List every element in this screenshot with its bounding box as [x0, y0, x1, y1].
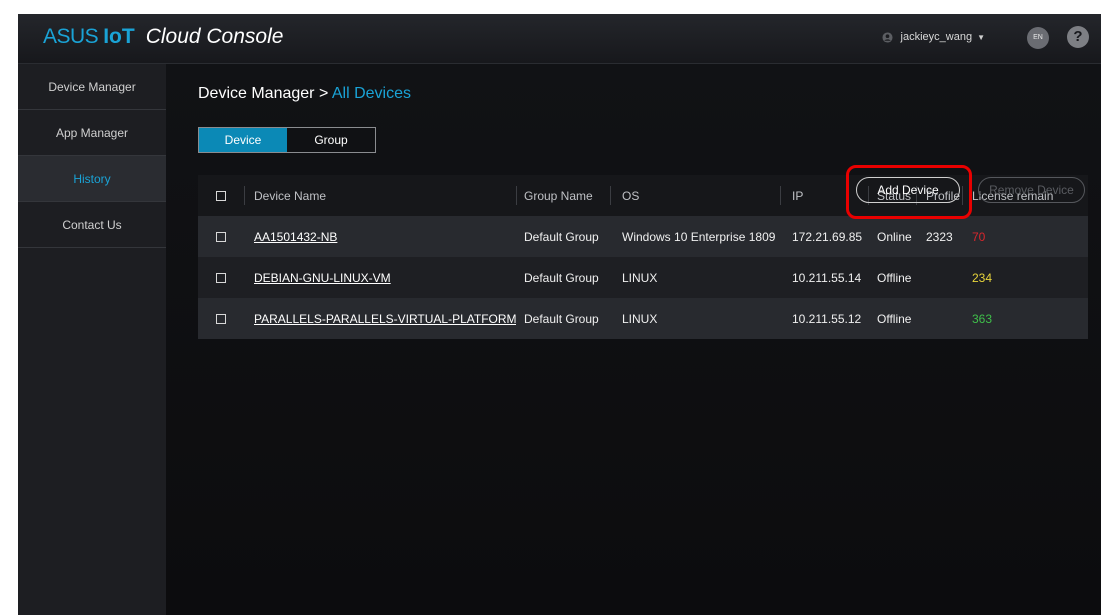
logo-product: Cloud Console — [145, 25, 284, 48]
device-name-cell: DEBIAN-GNU-LINUX-VM — [244, 257, 516, 298]
add-device-button[interactable]: Add Device — [856, 177, 960, 203]
tab-group[interactable]: Group — [287, 128, 375, 152]
os-cell: Windows 10 Enterprise 1809 — [622, 229, 776, 244]
sidebar-item-device-manager[interactable]: Device Manager — [18, 64, 166, 110]
username: jackieyc_wang — [900, 31, 973, 43]
profile-cell — [916, 257, 962, 298]
status-cell: Offline — [877, 311, 912, 326]
device-name-cell: PARALLELS-PARALLELS-VIRTUAL-PLATFORM — [244, 298, 516, 339]
main-content: Device Manager > All Devices Device Grou… — [166, 64, 1101, 615]
row-checkbox[interactable] — [216, 272, 226, 283]
column-header-device-name[interactable]: Device Name — [244, 175, 516, 216]
breadcrumb: Device Manager > All Devices — [198, 85, 411, 103]
row-checkbox-cell — [198, 216, 244, 257]
ip-cell: 172.21.69.85 — [792, 229, 863, 244]
os-cell: LINUX — [622, 270, 658, 285]
logo: ASUS IoT Cloud Console — [43, 25, 283, 49]
breadcrumb-separator: > — [314, 85, 332, 102]
user-menu[interactable]: jackieyc_wang ▼ — [881, 31, 985, 43]
group-name-cell: Default Group — [524, 270, 599, 285]
view-tabs: Device Group — [198, 127, 376, 153]
tab-device[interactable]: Device — [199, 128, 287, 152]
os-cell: LINUX — [622, 311, 658, 326]
license-remain-cell: 70 — [972, 229, 986, 244]
row-checkbox[interactable] — [216, 313, 226, 324]
chevron-down-icon: ▼ — [977, 32, 985, 42]
ip-cell: 10.211.55.12 — [792, 311, 862, 326]
device-name-link[interactable]: AA1501432-NB — [254, 230, 337, 244]
remove-device-button[interactable]: Remove Device — [978, 177, 1085, 203]
column-header-os[interactable]: OS — [610, 175, 780, 216]
device-name-cell: AA1501432-NB — [244, 216, 516, 257]
user-icon — [881, 31, 893, 43]
logo-iot: IoT — [103, 25, 135, 48]
sidebar: Device Manager App Manager History Conta… — [18, 64, 166, 615]
table-row[interactable]: AA1501432-NB Default Group Windows 10 En… — [198, 216, 1088, 257]
column-header-ip[interactable]: IP — [780, 175, 868, 216]
breadcrumb-current: All Devices — [331, 85, 411, 102]
header-checkbox-cell — [198, 175, 244, 216]
status-cell: Offline — [877, 270, 912, 285]
group-name-cell: Default Group — [524, 311, 599, 326]
table-row[interactable]: PARALLELS-PARALLELS-VIRTUAL-PLATFORM Def… — [198, 298, 1088, 339]
row-checkbox-cell — [198, 257, 244, 298]
sidebar-item-contact-us[interactable]: Contact Us — [18, 202, 166, 248]
logo-brand: ASUS — [43, 25, 99, 48]
help-icon[interactable]: ? — [1067, 26, 1089, 48]
profile-cell — [916, 298, 962, 339]
table-row[interactable]: DEBIAN-GNU-LINUX-VM Default Group LINUX … — [198, 257, 1088, 298]
language-button[interactable]: EN — [1027, 27, 1049, 49]
column-header-group-name[interactable]: Group Name — [516, 175, 610, 216]
device-name-link[interactable]: PARALLELS-PARALLELS-VIRTUAL-PLATFORM — [254, 312, 516, 326]
row-checkbox-cell — [198, 298, 244, 339]
group-name-cell: Default Group — [524, 229, 599, 244]
row-checkbox[interactable] — [216, 231, 226, 242]
sidebar-item-history[interactable]: History — [18, 156, 166, 202]
app-window: ASUS IoT Cloud Console jackieyc_wang ▼ EN … — [18, 14, 1101, 615]
top-bar: ASUS IoT Cloud Console jackieyc_wang ▼ EN … — [18, 14, 1101, 64]
breadcrumb-root[interactable]: Device Manager — [198, 85, 315, 102]
license-remain-cell: 363 — [972, 311, 993, 326]
device-name-link[interactable]: DEBIAN-GNU-LINUX-VM — [254, 271, 391, 285]
sidebar-item-app-manager[interactable]: App Manager — [18, 110, 166, 156]
license-remain-cell: 234 — [972, 270, 993, 285]
ip-cell: 10.211.55.14 — [792, 270, 862, 285]
select-all-checkbox[interactable] — [216, 190, 226, 201]
status-cell: Online — [877, 229, 912, 244]
profile-cell: 2323 — [926, 229, 953, 244]
